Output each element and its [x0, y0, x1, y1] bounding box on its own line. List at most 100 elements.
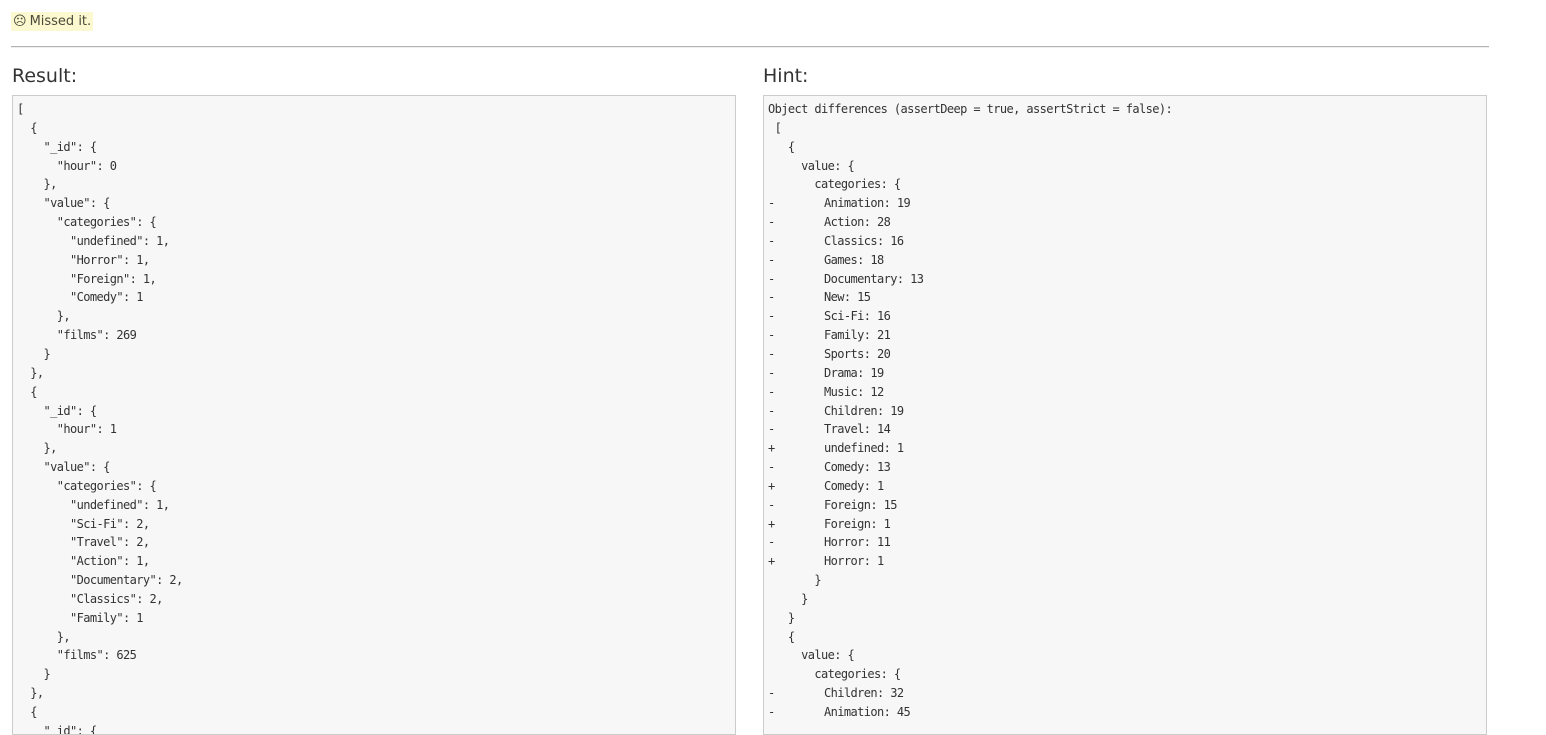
diff-text: Family: 21 [824, 328, 891, 343]
diff-marker: - [768, 403, 775, 418]
hint-diff-line: - Sports: 20 [768, 345, 1482, 364]
result-title: Result: [12, 65, 78, 87]
hint-diff-line: - Animation: 45 [768, 703, 1482, 722]
hint-diff-line: } [768, 571, 1482, 590]
result-code-line: "films": 625 [17, 648, 137, 663]
hint-diff-line: - Classics: 16 [768, 232, 1482, 251]
status-text: Missed it. [29, 14, 92, 29]
diff-marker: - [768, 705, 775, 719]
diff-marker: - [768, 309, 775, 324]
hint-diff-line: - Foreign: 15 [768, 496, 1482, 515]
hint-header: Object differences (assertDeep = true, a… [768, 102, 1173, 116]
diff-text: Documentary: 13 [824, 271, 924, 286]
diff-text: Animation: 45 [824, 705, 911, 719]
frown-face-icon: ☹ [13, 14, 27, 29]
hint-diff-line: categories: { [768, 665, 1482, 684]
diff-text: Children: 19 [824, 403, 904, 418]
hint-diff-line: value: { [768, 646, 1482, 665]
hint-diff-line: - Comedy: 13 [768, 458, 1482, 477]
diff-text: Horror: 11 [824, 535, 891, 550]
diff-marker: - [768, 196, 775, 211]
hint-diff-line: categories: { [768, 175, 1482, 194]
diff-text: Music: 12 [824, 384, 884, 399]
hint-diff-line: - Children: 19 [768, 402, 1482, 421]
status-message: ☹ Missed it. [11, 12, 94, 31]
result-code-line: }, [17, 629, 71, 644]
diff-marker: - [768, 328, 775, 343]
diff-marker: - [768, 422, 775, 437]
result-code-line: }, [17, 441, 57, 456]
hint-code-panel[interactable]: Object differences (assertDeep = true, a… [763, 95, 1487, 735]
hint-code: Object differences (assertDeep = true, a… [768, 100, 1482, 722]
diff-text: value: { [768, 158, 855, 173]
hint-diff-line: - Music: 12 [768, 383, 1482, 402]
hint-diff-line: - Animation: 19 [768, 194, 1482, 213]
result-code-line: { [17, 120, 37, 135]
diff-text: { [768, 139, 795, 154]
diff-marker: - [768, 346, 775, 361]
diff-text: Drama: 19 [824, 365, 884, 380]
diff-marker: - [768, 535, 775, 550]
result-code-line: "Action": 1, [17, 554, 150, 569]
result-code-panel[interactable]: [ { "_id": { "hour": 0 }, "value": { "ca… [12, 95, 736, 735]
result-code-line: }, [17, 177, 57, 192]
result-code-line: "Documentary": 2, [17, 573, 183, 588]
diff-marker: + [768, 554, 775, 569]
result-code-line: "value": { [17, 460, 110, 475]
hint-diff-line: + Horror: 1 [768, 552, 1482, 571]
result-code-line: "Sci-Fi": 2, [17, 516, 150, 531]
diff-text: } [768, 591, 808, 606]
horizontal-divider [11, 46, 1489, 48]
diff-marker: + [768, 478, 775, 493]
result-code-line: "value": { [17, 196, 110, 211]
result-code-line: "hour": 0 [17, 158, 117, 173]
result-code-line: "categories": { [17, 215, 157, 230]
result-code-line: "Foreign": 1, [17, 271, 157, 286]
result-code-line: "Horror": 1, [17, 252, 150, 267]
result-code-line: }, [17, 686, 44, 701]
result-code-line: "Classics": 2, [17, 591, 163, 606]
diff-marker: - [768, 215, 775, 230]
hint-diff-line: - Action: 28 [768, 213, 1482, 232]
diff-text: } [768, 573, 821, 588]
diff-text: categories: { [768, 177, 901, 192]
diff-text: Animation: 19 [824, 196, 911, 211]
hint-diff-line: { [768, 138, 1482, 157]
hint-diff-line: [ [768, 119, 1482, 138]
result-code-line: }, [17, 365, 44, 380]
hint-title: Hint: [763, 65, 809, 87]
diff-text: } [768, 610, 795, 625]
result-code-line: "Family": 1 [17, 610, 143, 625]
diff-marker: - [768, 686, 775, 701]
diff-marker: - [768, 460, 775, 475]
result-code-line: "undefined": 1, [17, 497, 170, 512]
diff-text: Horror: 1 [824, 554, 884, 569]
result-code-line: }, [17, 309, 71, 324]
diff-text: Sports: 20 [824, 346, 891, 361]
result-code-line: { [17, 705, 37, 719]
hint-diff-line: - Sci-Fi: 16 [768, 307, 1482, 326]
diff-text: undefined: 1 [824, 441, 904, 456]
hint-diff-line: - Documentary: 13 [768, 270, 1482, 289]
diff-text: Foreign: 15 [824, 497, 897, 512]
result-code-line: "undefined": 1, [17, 233, 170, 248]
result-code-line: } [17, 667, 51, 682]
result-code-line: "_id": { [17, 403, 97, 418]
diff-marker: - [768, 384, 775, 399]
hint-diff-line: + Foreign: 1 [768, 515, 1482, 534]
hint-diff-line: value: { [768, 157, 1482, 176]
hint-diff-line: + Comedy: 1 [768, 477, 1482, 496]
hint-diff-line: - Family: 21 [768, 326, 1482, 345]
diff-text: Comedy: 1 [824, 478, 884, 493]
result-code-line: [ [17, 102, 24, 116]
result-code: [ { "_id": { "hour": 0 }, "value": { "ca… [17, 100, 731, 734]
hint-diff-line: - Games: 18 [768, 251, 1482, 270]
hint-diff-line: } [768, 590, 1482, 609]
diff-text: Foreign: 1 [824, 516, 891, 531]
diff-text: New: 15 [824, 290, 871, 305]
diff-text: Comedy: 13 [824, 460, 891, 475]
hint-diff-line: - Children: 32 [768, 684, 1482, 703]
result-code-line: "hour": 1 [17, 422, 117, 437]
diff-text: Classics: 16 [824, 233, 904, 248]
result-code-line: { [17, 384, 37, 399]
